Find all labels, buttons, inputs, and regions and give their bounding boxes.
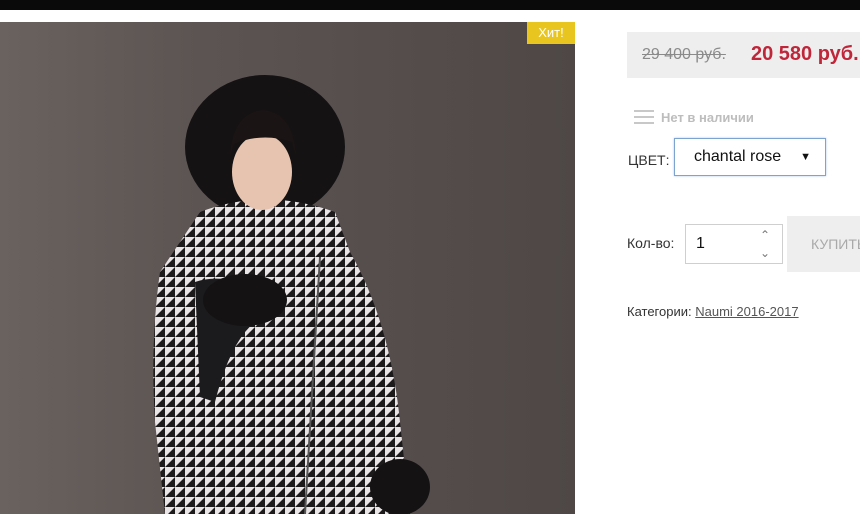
hit-badge: Хит! bbox=[527, 22, 575, 44]
coat-collar bbox=[210, 200, 330, 264]
product-image[interactable] bbox=[0, 22, 575, 514]
old-price: 29 400 руб. bbox=[642, 46, 726, 63]
new-price: 20 580 руб. bbox=[751, 43, 859, 65]
fur-cuff bbox=[203, 274, 287, 326]
top-bar bbox=[0, 0, 860, 10]
model-face bbox=[232, 134, 292, 210]
categories-label: Категории: bbox=[627, 304, 692, 319]
category-link[interactable]: Naumi 2016-2017 bbox=[695, 304, 798, 319]
categories: Категории: Naumi 2016-2017 bbox=[627, 304, 799, 319]
quantity-label: Кол-во: bbox=[627, 235, 675, 251]
chevron-down-icon[interactable]: ⌄ bbox=[755, 245, 775, 261]
product-photo bbox=[153, 75, 430, 514]
color-select-value: chantal rose bbox=[694, 148, 782, 165]
menu-icon bbox=[634, 110, 654, 124]
chevron-up-icon[interactable]: ⌃ bbox=[755, 227, 775, 243]
price-box: 29 400 руб. 20 580 руб. bbox=[627, 32, 860, 78]
fur-cuff-lower bbox=[370, 459, 430, 514]
stock-text: Нет в наличии bbox=[661, 109, 754, 125]
stock-status: Нет в наличии bbox=[634, 107, 754, 127]
buy-button[interactable]: КУПИТЬ bbox=[787, 216, 860, 272]
color-select[interactable]: chantal rose ▼ bbox=[674, 138, 826, 176]
chevron-down-icon: ▼ bbox=[800, 151, 811, 163]
color-label: ЦВЕТ: bbox=[628, 152, 670, 168]
